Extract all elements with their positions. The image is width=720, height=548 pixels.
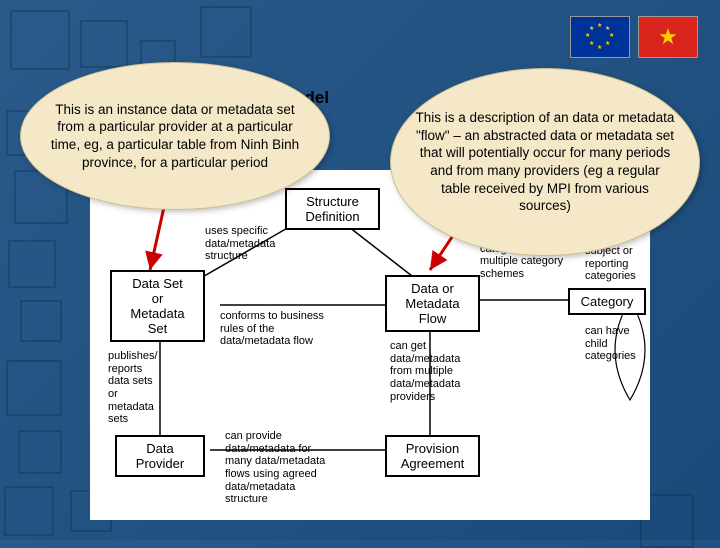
- callout-dataset: This is an instance data or metadata set…: [20, 62, 330, 210]
- label-can-get: can get data/metadata from multiple data…: [390, 340, 490, 403]
- label-can-provide: can provide data/metadata for many data/…: [225, 430, 360, 506]
- vietnam-flag-icon: ★: [638, 16, 698, 58]
- label-child: can have child categories: [585, 325, 655, 363]
- box-data-flow: Data or Metadata Flow: [385, 275, 480, 332]
- box-data-provider: Data Provider: [115, 435, 205, 477]
- label-conforms: conforms to business rules of the data/m…: [220, 310, 350, 348]
- eu-flag-icon: ★★ ★★ ★★ ★★: [570, 16, 630, 58]
- box-category: Category: [568, 288, 646, 315]
- box-provision-agreement: Provision Agreement: [385, 435, 480, 477]
- box-data-set: Data Set or Metadata Set: [110, 270, 205, 342]
- callout-dataset-text: This is an instance data or metadata set…: [45, 101, 305, 171]
- label-publishes: publishes/ reports data sets or metadata…: [108, 350, 178, 426]
- callout-flow: This is a description of an data or meta…: [390, 68, 700, 256]
- box-structure-definition: Structure Definition: [285, 188, 380, 230]
- callout-flow-text: This is a description of an data or meta…: [415, 109, 675, 214]
- label-uses-structure: uses specific data/metadata structure: [205, 225, 295, 263]
